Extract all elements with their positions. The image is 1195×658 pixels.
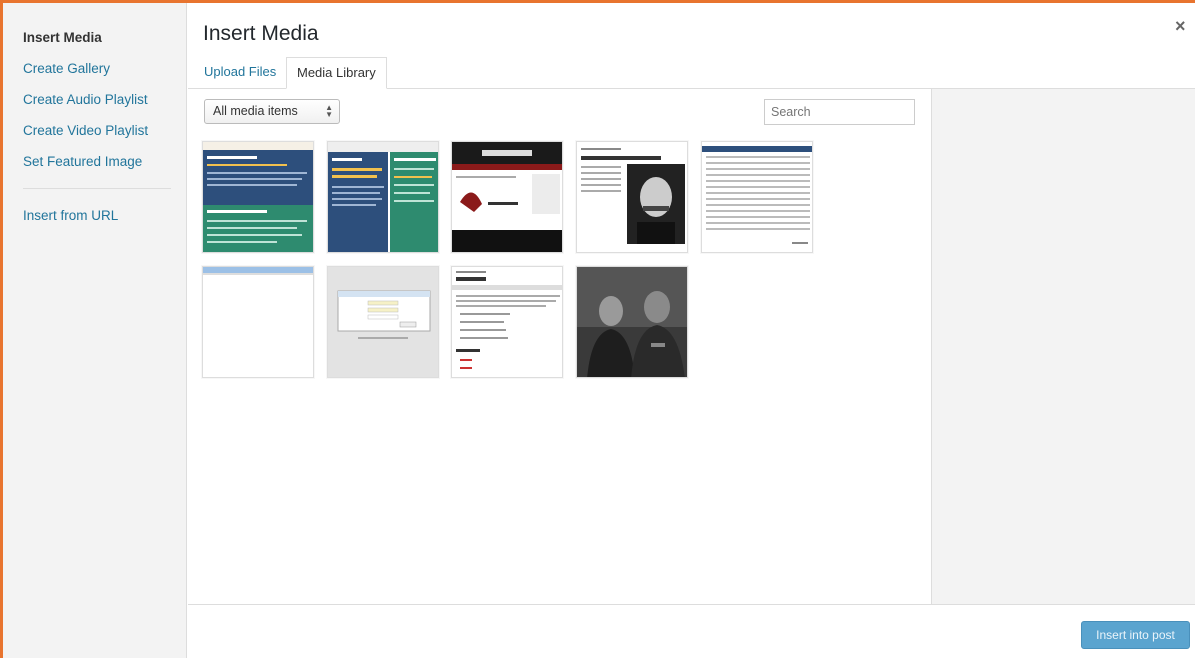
sidebar-item-create-audio-playlist[interactable]: Create Audio Playlist: [23, 92, 148, 107]
media-thumbnail[interactable]: [327, 141, 439, 253]
sidebar-item-set-featured-image[interactable]: Set Featured Image: [23, 154, 142, 169]
modal-footer: [188, 604, 1195, 658]
sidebar-item-create-video-playlist[interactable]: Create Video Playlist: [23, 123, 148, 138]
image-icon: [203, 142, 313, 252]
tab-media-library[interactable]: Media Library: [286, 57, 387, 89]
media-thumbnail[interactable]: [451, 141, 563, 253]
image-icon: [702, 142, 812, 252]
image-icon: [328, 142, 438, 252]
sidebar-item-insert-from-url[interactable]: Insert from URL: [23, 208, 118, 223]
media-filter-select[interactable]: All media items ▲ ▼: [204, 99, 340, 124]
media-thumbnail[interactable]: [451, 266, 563, 378]
media-filter-value: All media items: [213, 104, 298, 118]
media-thumbnail[interactable]: [202, 141, 314, 253]
search-input[interactable]: [764, 99, 915, 125]
media-thumbnail[interactable]: [327, 266, 439, 378]
media-thumbnail[interactable]: [202, 266, 314, 378]
insert-into-post-button[interactable]: Insert into post: [1081, 621, 1190, 649]
media-thumbnail[interactable]: [701, 141, 813, 253]
modal-title: Insert Media: [203, 22, 319, 45]
media-thumbnail[interactable]: [576, 141, 688, 253]
image-icon: [328, 267, 438, 377]
image-icon: [577, 142, 687, 252]
image-icon: [203, 267, 313, 377]
media-sidebar: Insert Media Create Gallery Create Audio…: [3, 3, 187, 658]
image-icon: [577, 267, 687, 377]
sidebar-item-create-gallery[interactable]: Create Gallery: [23, 61, 110, 76]
media-thumbnail[interactable]: [576, 266, 688, 378]
sidebar-divider: [23, 188, 171, 189]
close-icon[interactable]: ×: [1175, 16, 1186, 37]
sidebar-item-insert-media[interactable]: Insert Media: [23, 30, 102, 45]
image-icon: [452, 142, 562, 252]
attachment-details-panel: [931, 89, 1195, 604]
chevron-up-down-icon: ▲ ▼: [325, 103, 333, 119]
tab-upload-files[interactable]: Upload Files: [194, 57, 286, 89]
image-icon: [452, 267, 562, 377]
